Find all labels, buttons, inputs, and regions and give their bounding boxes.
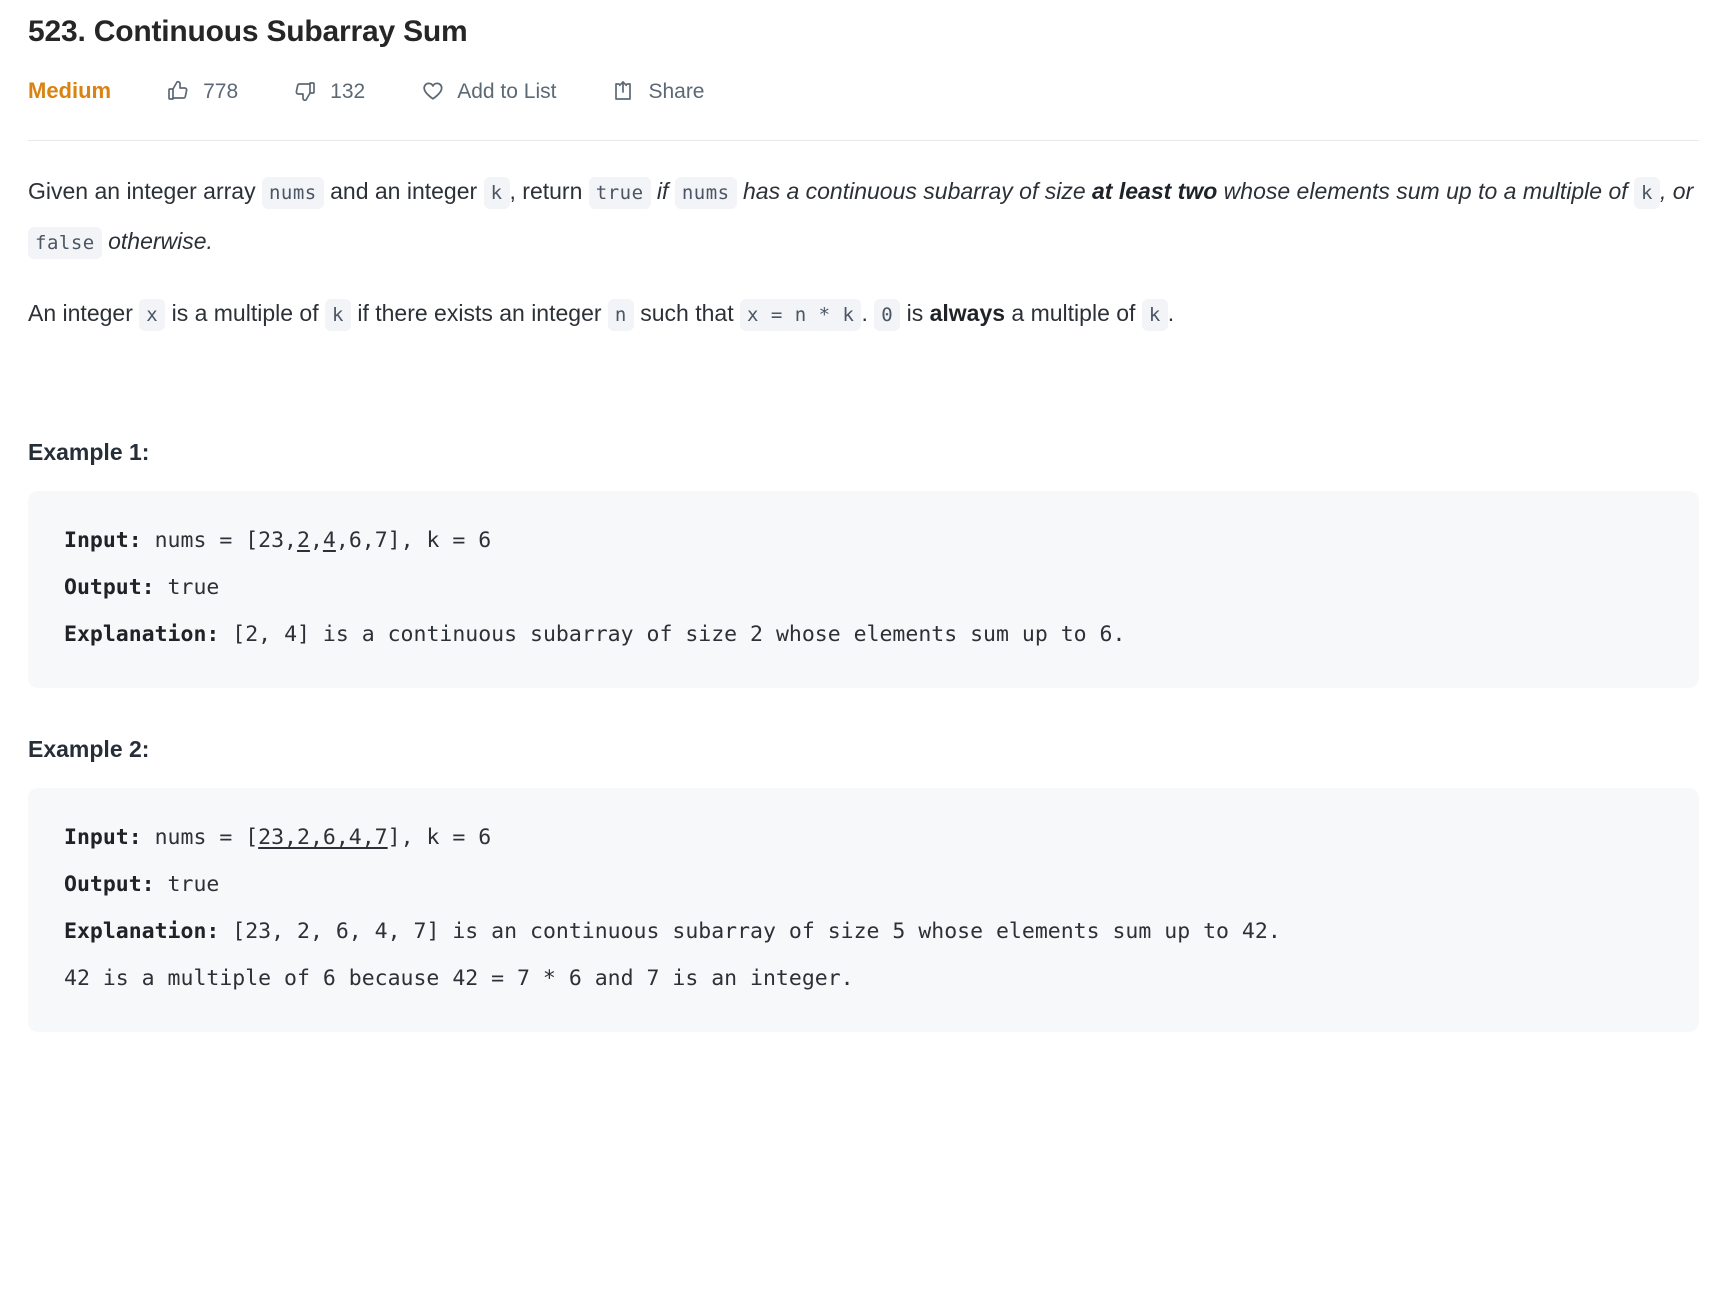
desc-p2-t8: a multiple of bbox=[1005, 300, 1142, 326]
example-1-input-post: ,6,7], k = 6 bbox=[335, 528, 492, 553]
code-n: n bbox=[607, 299, 634, 331]
example-2-output-value: true bbox=[154, 872, 220, 897]
desc-p2-t2: is a multiple of bbox=[165, 300, 325, 326]
desc-p1-t4: if bbox=[650, 178, 675, 204]
example-2-explanation-label: Explanation: bbox=[64, 919, 220, 944]
example-2-input-pre: nums = [ bbox=[141, 825, 259, 850]
problem-description-page: 523. Continuous Subarray Sum Medium 778 … bbox=[0, 0, 1727, 1032]
example-1-output-label: Output: bbox=[64, 575, 155, 600]
example-2-code-block: Input: nums = [23,2,6,4,7], k = 6 Output… bbox=[28, 788, 1699, 1032]
thumbs-up-icon bbox=[165, 78, 191, 104]
example-2-output-label: Output: bbox=[64, 872, 155, 897]
desc-p2-t5: . bbox=[861, 300, 875, 326]
problem-content: Given an integer array nums and an integ… bbox=[28, 141, 1699, 1032]
desc-p1-t3: , return bbox=[509, 178, 589, 204]
desc-p2-t9: . bbox=[1167, 300, 1175, 326]
code-k: k bbox=[483, 177, 510, 209]
example-2-extra-line: 42 is a multiple of 6 because 42 = 7 * 6… bbox=[64, 966, 854, 991]
desc-p2-emphasis: always bbox=[929, 300, 1006, 326]
example-2-input-underline-all: 23,2,6,4,7 bbox=[258, 825, 388, 850]
example-1-input-underline-a: 2 bbox=[297, 528, 310, 553]
desc-p1-t1: Given an integer array bbox=[28, 178, 262, 204]
example-1-explanation-value: [2, 4] is a continuous subarray of size … bbox=[219, 622, 1126, 647]
desc-p1-t7: whose elements sum up to a multiple of bbox=[1217, 178, 1635, 204]
example-1-input-underline-b: 4 bbox=[322, 528, 336, 553]
example-1-input-pre: nums = [23, bbox=[141, 528, 298, 553]
example-1-heading: Example 1: bbox=[28, 439, 150, 465]
difficulty-badge: Medium bbox=[28, 78, 112, 103]
code-k-3: k bbox=[325, 299, 351, 331]
desc-p2-t1: An integer bbox=[28, 300, 140, 326]
desc-p1-t5: has a continuous subarray of size bbox=[736, 178, 1093, 204]
like-button[interactable]: 778 bbox=[165, 78, 238, 104]
example-1-input-mid: , bbox=[309, 528, 323, 553]
code-nums: nums bbox=[261, 177, 324, 209]
like-count: 778 bbox=[203, 79, 239, 103]
code-k-2: k bbox=[1634, 177, 1660, 209]
code-nums-2: nums bbox=[674, 177, 737, 209]
example-2-heading: Example 2: bbox=[28, 736, 150, 762]
examples-section: Example 1: Input: nums = [23,2,4,6,7], k… bbox=[28, 435, 1699, 1032]
desc-p1-t9: otherwise. bbox=[101, 228, 213, 254]
example-2-explanation-value: [23, 2, 6, 4, 7] is an continuous subarr… bbox=[219, 919, 1281, 944]
thumbs-down-icon bbox=[292, 78, 318, 104]
add-to-list-button[interactable]: Add to List bbox=[419, 78, 556, 104]
desc-p1-t8: , or bbox=[1660, 178, 1694, 204]
problem-meta-bar: Medium 778 132 Add to List Share bbox=[28, 58, 1699, 124]
example-1-output-value: true bbox=[154, 575, 220, 600]
add-to-list-label: Add to List bbox=[457, 79, 557, 103]
code-false: false bbox=[28, 227, 102, 259]
example-1-explanation-label: Explanation: bbox=[64, 622, 220, 647]
example-2-input-post: ], k = 6 bbox=[387, 825, 492, 850]
example-1-input-label: Input: bbox=[64, 528, 142, 553]
code-x-equals-n-times-k: x = n * k bbox=[740, 299, 862, 331]
code-zero: 0 bbox=[874, 299, 901, 331]
description-paragraph-1: Given an integer array nums and an integ… bbox=[28, 167, 1699, 267]
example-1-code-block: Input: nums = [23,2,4,6,7], k = 6 Output… bbox=[28, 491, 1699, 688]
desc-p1-t2: and an integer bbox=[323, 178, 484, 204]
code-k-4: k bbox=[1141, 299, 1168, 331]
page-title: 523. Continuous Subarray Sum bbox=[28, 15, 468, 48]
desc-p2-t6: is bbox=[900, 300, 930, 326]
code-x: x bbox=[139, 299, 166, 331]
desc-p2-t4: such that bbox=[633, 300, 740, 326]
example-2-input-label: Input: bbox=[64, 825, 142, 850]
share-icon bbox=[610, 78, 636, 104]
title-row: 523. Continuous Subarray Sum bbox=[28, 0, 1699, 52]
code-true: true bbox=[588, 177, 651, 209]
heart-icon bbox=[419, 78, 445, 104]
dislike-count: 132 bbox=[330, 79, 366, 103]
share-button[interactable]: Share bbox=[610, 78, 705, 104]
desc-p2-t3: if there exists an integer bbox=[350, 300, 608, 326]
dislike-button[interactable]: 132 bbox=[292, 78, 365, 104]
share-label: Share bbox=[648, 79, 705, 103]
desc-p1-emphasis: at least two bbox=[1092, 178, 1218, 204]
description-paragraph-2: An integer x is a multiple of k if there… bbox=[28, 289, 1699, 339]
